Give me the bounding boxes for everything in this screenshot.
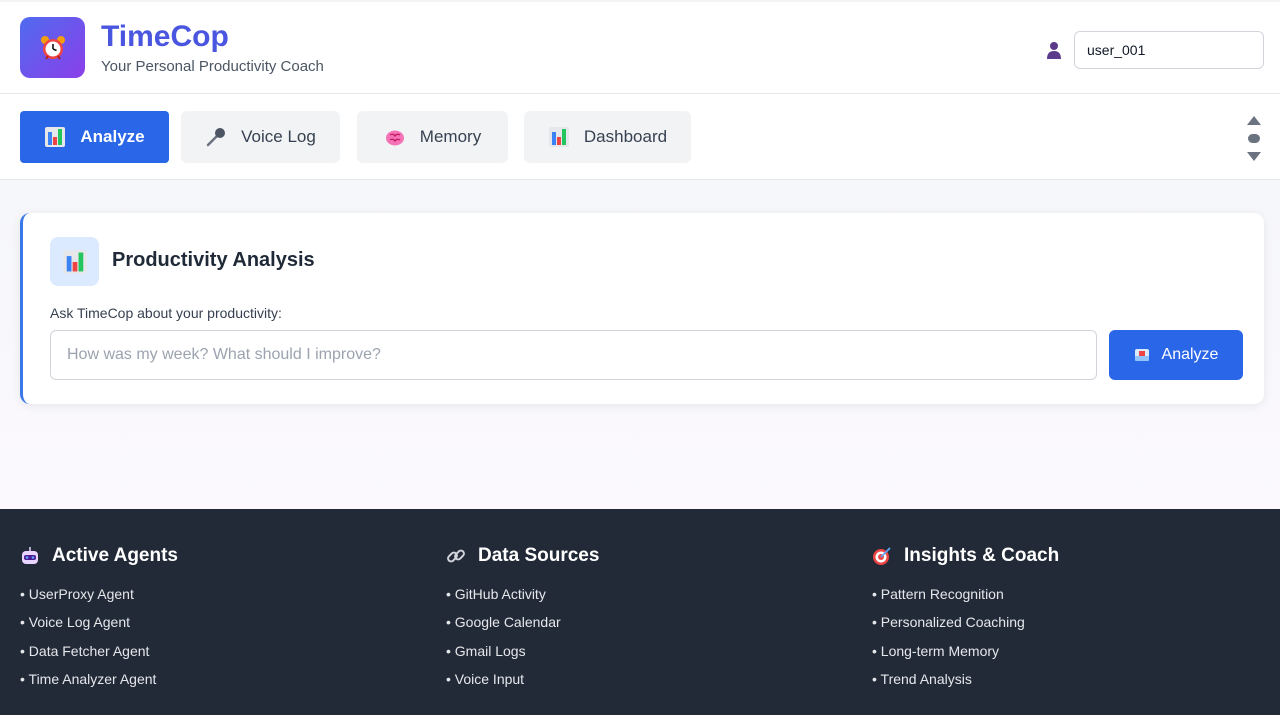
list-item: • Voice Log Agent [20,614,130,631]
tab-dashboard[interactable]: Dashboard [524,111,691,163]
list-item: • Personalized Coaching [872,614,1025,631]
tab-memory[interactable]: Memory [357,111,508,163]
footer-heading: Data Sources [478,545,600,566]
footer-heading: Insights & Coach [904,545,1060,566]
insights-list: • Pattern Recognition • Personalized Coa… [872,584,1059,698]
scroll-down-icon [1247,152,1261,161]
app-tagline: Your Personal Productivity Coach [101,58,324,75]
footer-sources-section: Data Sources • GitHub Activity • Google … [446,544,599,698]
alarm-clock-icon [40,35,65,60]
sources-list: • GitHub Activity • Google Calendar • Gm… [446,584,599,698]
user-icon [1047,42,1061,59]
main-content: Productivity Analysis Ask TimeCop about … [0,180,1280,509]
app-title: TimeCop [101,20,229,53]
query-input[interactable] [50,330,1097,380]
tab-bar: Analyze Voice Log Memory Dashboard [0,94,1280,180]
bar-chart-icon [50,237,99,286]
footer-heading: Active Agents [52,545,178,566]
brain-icon [384,126,406,148]
analysis-card: Productivity Analysis Ask TimeCop about … [20,213,1264,404]
list-item: • Voice Input [446,671,525,688]
list-item: • Google Calendar [446,614,561,631]
tab-voice-log[interactable]: Voice Log [181,111,340,163]
scroll-up-icon [1247,116,1261,125]
analyze-button-label: Analyze [1161,346,1219,363]
robot-icon [20,546,40,566]
list-item: • Time Analyzer Agent [20,671,157,688]
list-item: • Pattern Recognition [872,586,1004,602]
bar-chart-icon [44,126,66,148]
list-item: • Gmail Logs [446,642,526,659]
bar-chart-icon [548,126,570,148]
tab-label: Dashboard [583,127,668,146]
app-logo [20,17,85,78]
list-item: • Data Fetcher Agent [20,642,150,659]
card-title: Productivity Analysis [112,249,315,271]
inbox-icon [1134,349,1149,361]
tab-label: Voice Log [241,127,316,146]
list-item: • UserProxy Agent [20,586,134,602]
footer-insights-section: Insights & Coach • Pattern Recognition •… [872,544,1059,698]
app-header: TimeCop Your Personal Productivity Coach [0,0,1280,94]
tab-scroll-control[interactable] [1246,116,1262,162]
list-item: • Long-term Memory [872,642,1000,659]
link-icon [446,546,466,566]
tab-label: Memory [419,127,482,146]
user-id-input[interactable] [1074,31,1264,69]
list-item: • GitHub Activity [446,586,546,602]
query-label: Ask TimeCop about your productivity: [50,305,282,321]
tab-analyze[interactable]: Analyze [20,111,169,163]
list-item: • Trend Analysis [872,671,972,688]
footer-agents-section: Active Agents • UserProxy Agent • Voice … [20,544,178,698]
footer: Active Agents • UserProxy Agent • Voice … [0,509,1280,715]
analyze-button[interactable]: Analyze [1109,330,1243,380]
tab-label: Analyze [80,127,145,146]
agents-list: • UserProxy Agent • Voice Log Agent • Da… [20,584,178,698]
target-icon [872,546,892,566]
scroll-thumb [1248,134,1260,143]
microphone-icon [205,126,227,148]
